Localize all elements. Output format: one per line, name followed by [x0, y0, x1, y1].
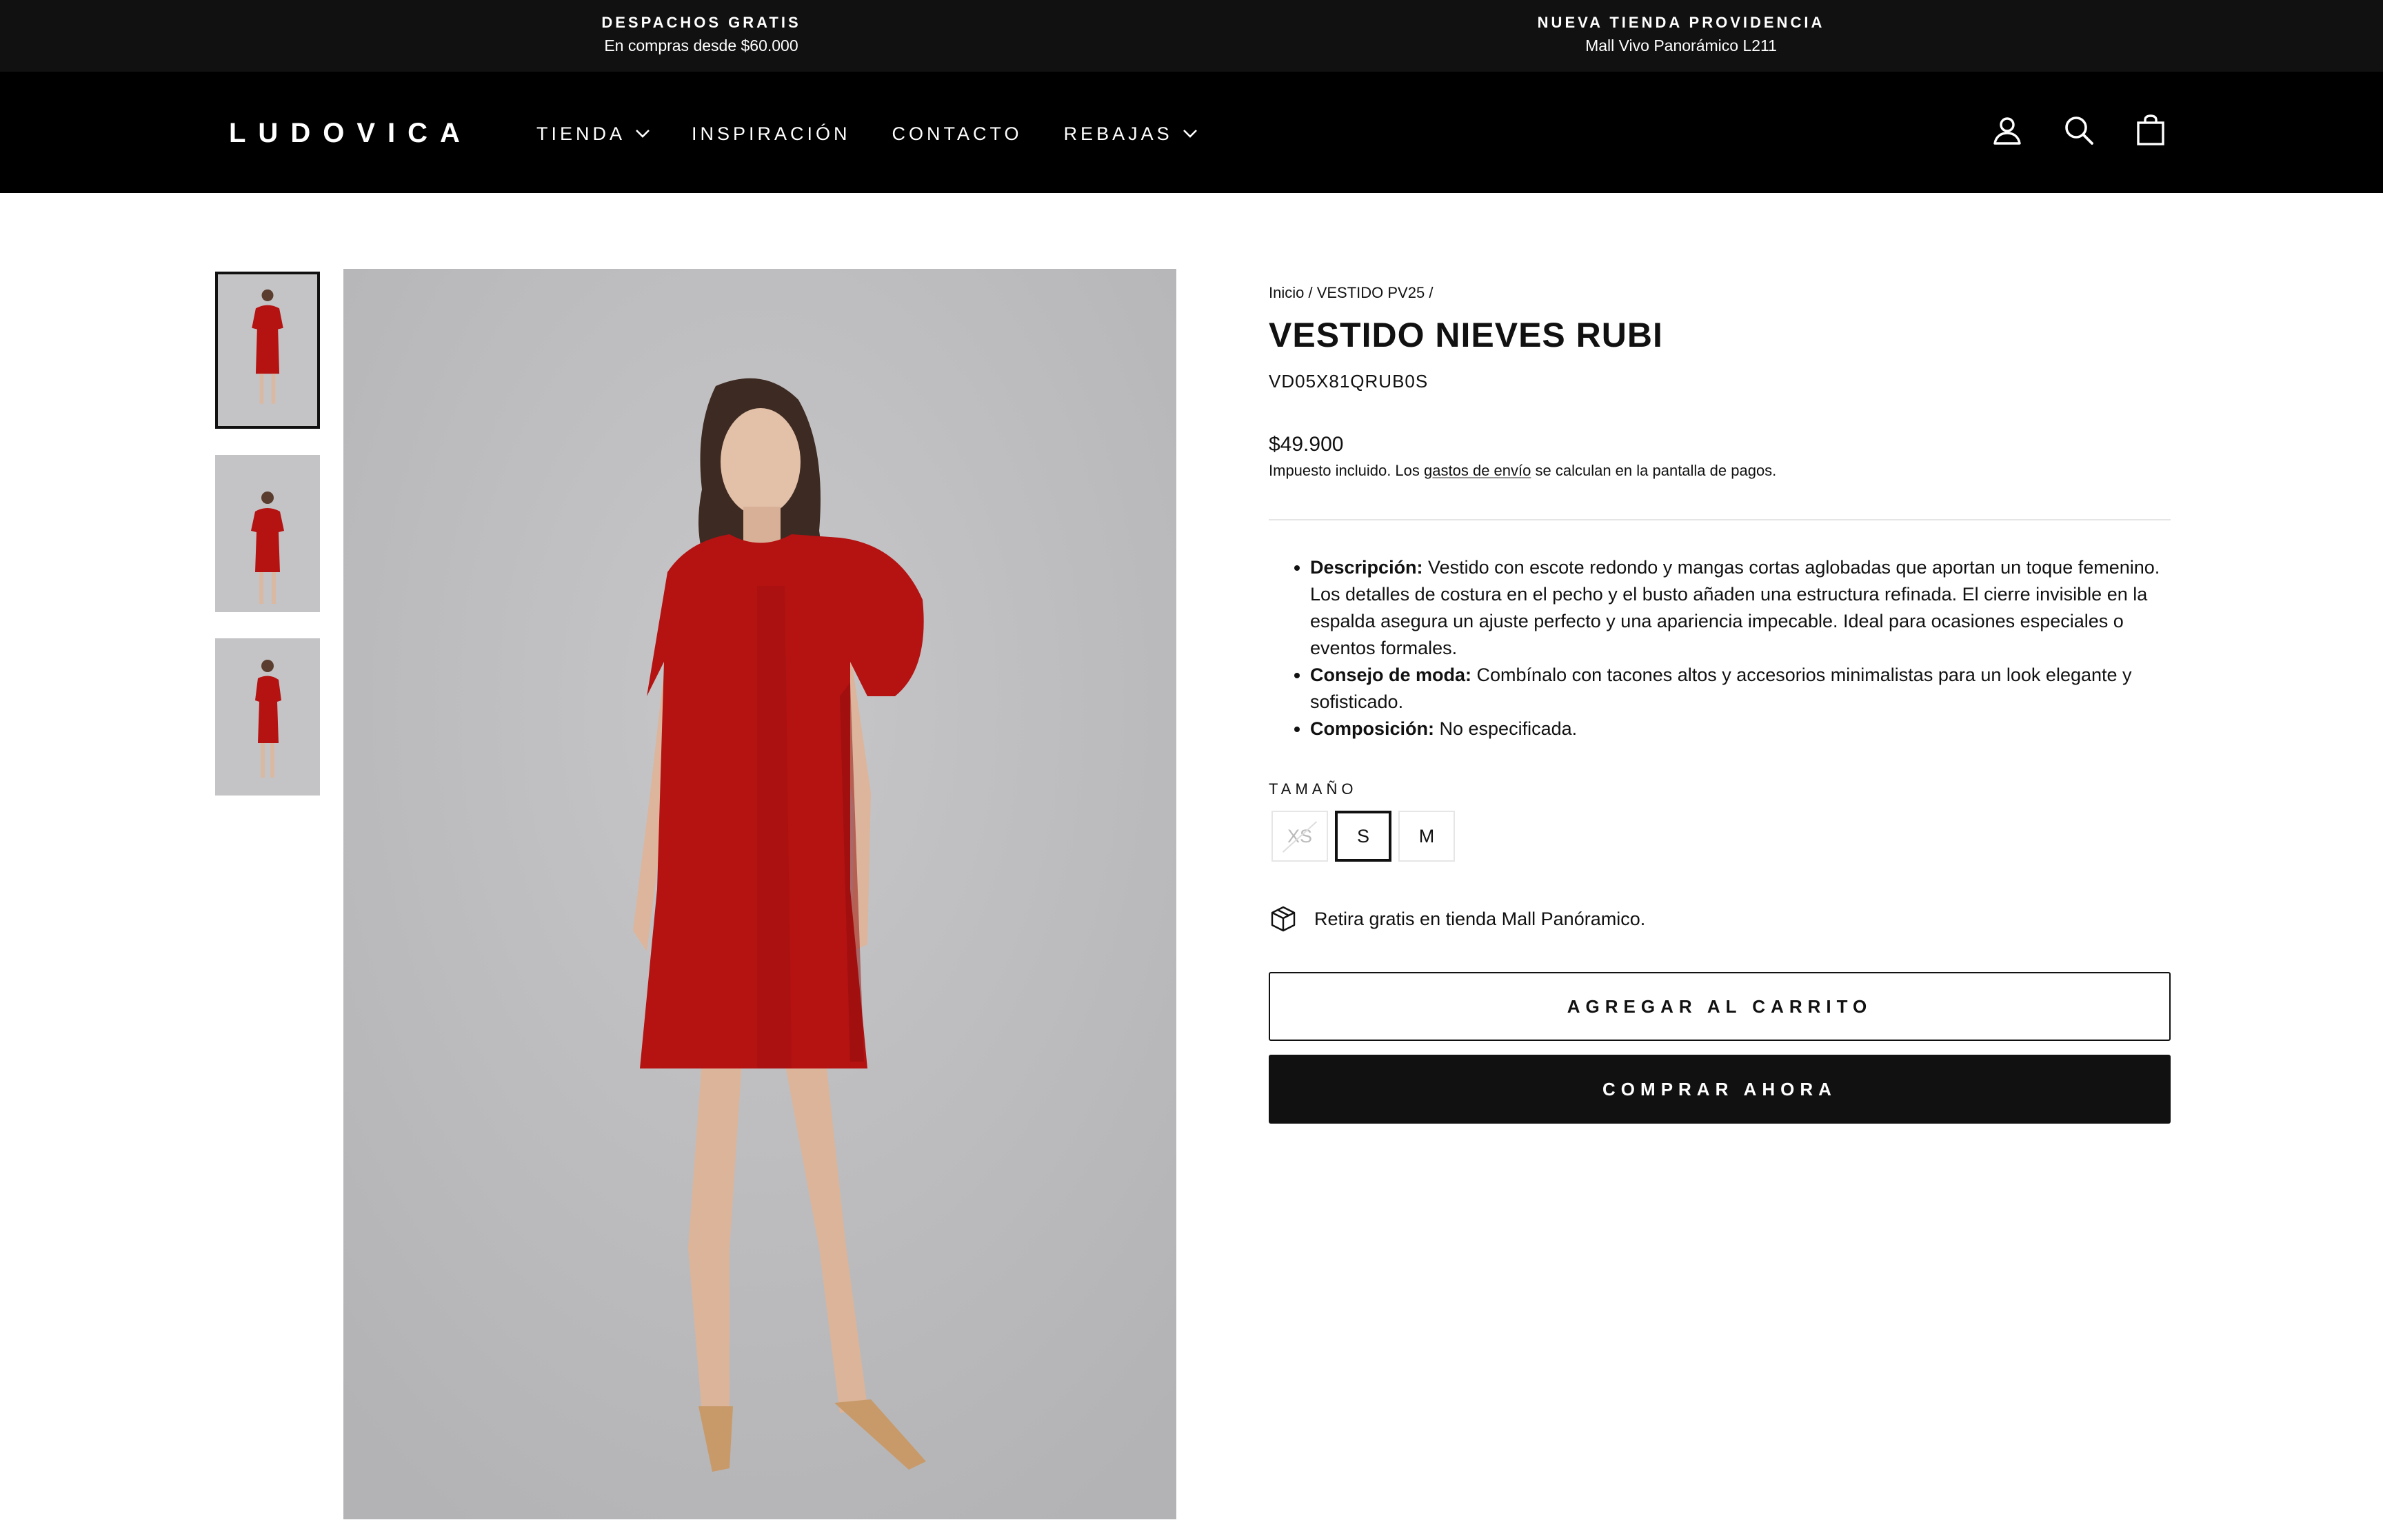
- description-item: Consejo de moda: Combínalo con tacones a…: [1310, 662, 2171, 716]
- model-red-dress-illustration: [343, 269, 1176, 1519]
- product-title: VESTIDO NIEVES RUBI: [1269, 316, 1663, 354]
- add-to-cart-button[interactable]: AGREGAR AL CARRITO: [1269, 972, 2171, 1041]
- size-option-s[interactable]: S: [1335, 811, 1391, 862]
- product-thumbnail[interactable]: [215, 272, 320, 429]
- announcement-subtitle: En compras desde $60.000: [604, 37, 798, 54]
- product-price: $49.900: [1269, 433, 1344, 456]
- announcement-subtitle: Mall Vivo Panorámico L211: [1585, 37, 1777, 54]
- product-sku: VD05X81QRUB0S: [1269, 371, 1429, 392]
- bag-icon[interactable]: [2133, 113, 2168, 148]
- size-label: TAMAÑO: [1269, 780, 1358, 798]
- tax-note-text: Impuesto incluido. Los: [1269, 462, 1425, 479]
- main-product-image[interactable]: [343, 269, 1176, 1519]
- search-icon[interactable]: [2062, 113, 2096, 148]
- announcement-title: DESPACHOS GRATIS: [601, 14, 801, 31]
- announcement-free-shipping[interactable]: DESPACHOS GRATIS En compras desde $60.00…: [460, 12, 943, 57]
- breadcrumb: Inicio / VESTIDO PV25 /: [1269, 283, 1433, 303]
- nav-item-rebajas[interactable]: REBAJAS: [1064, 120, 1198, 148]
- description-label: Composición:: [1310, 718, 1434, 739]
- size-selector: XS S M: [1271, 811, 1455, 862]
- chevron-down-icon: [636, 130, 650, 138]
- thumbnail-image: [215, 455, 320, 612]
- announcement-bar: DESPACHOS GRATIS En compras desde $60.00…: [0, 0, 2383, 72]
- site-header: LUDOVICA TIENDA INSPIRACIÓN CONTACTO REB…: [0, 72, 2383, 193]
- breadcrumb-collection[interactable]: VESTIDO PV25: [1317, 284, 1425, 301]
- product-thumbnail[interactable]: [215, 455, 320, 612]
- main-nav: TIENDA INSPIRACIÓN CONTACTO REBAJAS: [536, 120, 1239, 148]
- description-item: Composición: No especificada.: [1310, 716, 2171, 742]
- header-actions: [1990, 113, 2168, 148]
- buy-now-button[interactable]: COMPRAR AHORA: [1269, 1055, 2171, 1124]
- description-text: Vestido con escote redondo y mangas cort…: [1310, 557, 2160, 658]
- size-option-xs[interactable]: XS: [1271, 811, 1328, 862]
- announcement-title: NUEVA TIENDA PROVIDENCIA: [1537, 14, 1825, 31]
- thumbnail-image: [215, 638, 320, 796]
- pickup-text: Retira gratis en tienda Mall Panóramico.: [1314, 909, 1646, 929]
- description-text: No especificada.: [1434, 718, 1578, 739]
- chevron-down-icon: [1183, 130, 1197, 138]
- breadcrumb-home[interactable]: Inicio: [1269, 284, 1304, 301]
- size-option-m[interactable]: M: [1398, 811, 1455, 862]
- store-pickup-note: Retira gratis en tienda Mall Panóramico.: [1269, 904, 1645, 933]
- nav-item-tienda[interactable]: TIENDA: [536, 120, 650, 148]
- nav-item-contacto[interactable]: CONTACTO: [892, 120, 1023, 148]
- description-label: Consejo de moda:: [1310, 665, 1472, 685]
- breadcrumb-separator: /: [1425, 284, 1434, 301]
- product-thumbnail[interactable]: [215, 638, 320, 796]
- nav-item-label: REBAJAS: [1063, 123, 1173, 144]
- description-item: Descripción: Vestido con escote redondo …: [1310, 554, 2171, 662]
- shipping-link[interactable]: gastos de envío: [1424, 462, 1531, 479]
- announcement-new-store[interactable]: NUEVA TIENDA PROVIDENCIA Mall Vivo Panor…: [1440, 12, 1922, 57]
- nav-item-label: TIENDA: [536, 123, 626, 144]
- tax-note-text: se calculan en la pantalla de pagos.: [1531, 462, 1777, 479]
- thumbnail-image: [218, 276, 317, 425]
- divider: [1269, 519, 2171, 520]
- nav-item-label: CONTACTO: [892, 123, 1023, 144]
- user-icon[interactable]: [1990, 113, 2024, 148]
- nav-item-label: INSPIRACIÓN: [692, 123, 851, 144]
- package-icon: [1271, 906, 1296, 932]
- description-label: Descripción:: [1310, 557, 1423, 578]
- product-description: Descripción: Vestido con escote redondo …: [1269, 554, 2171, 742]
- tax-note: Impuesto incluido. Los gastos de envío s…: [1269, 460, 1776, 481]
- breadcrumb-separator: /: [1304, 284, 1317, 301]
- nav-item-inspiracion[interactable]: INSPIRACIÓN: [692, 120, 851, 148]
- store-logo[interactable]: LUDOVICA: [229, 116, 472, 150]
